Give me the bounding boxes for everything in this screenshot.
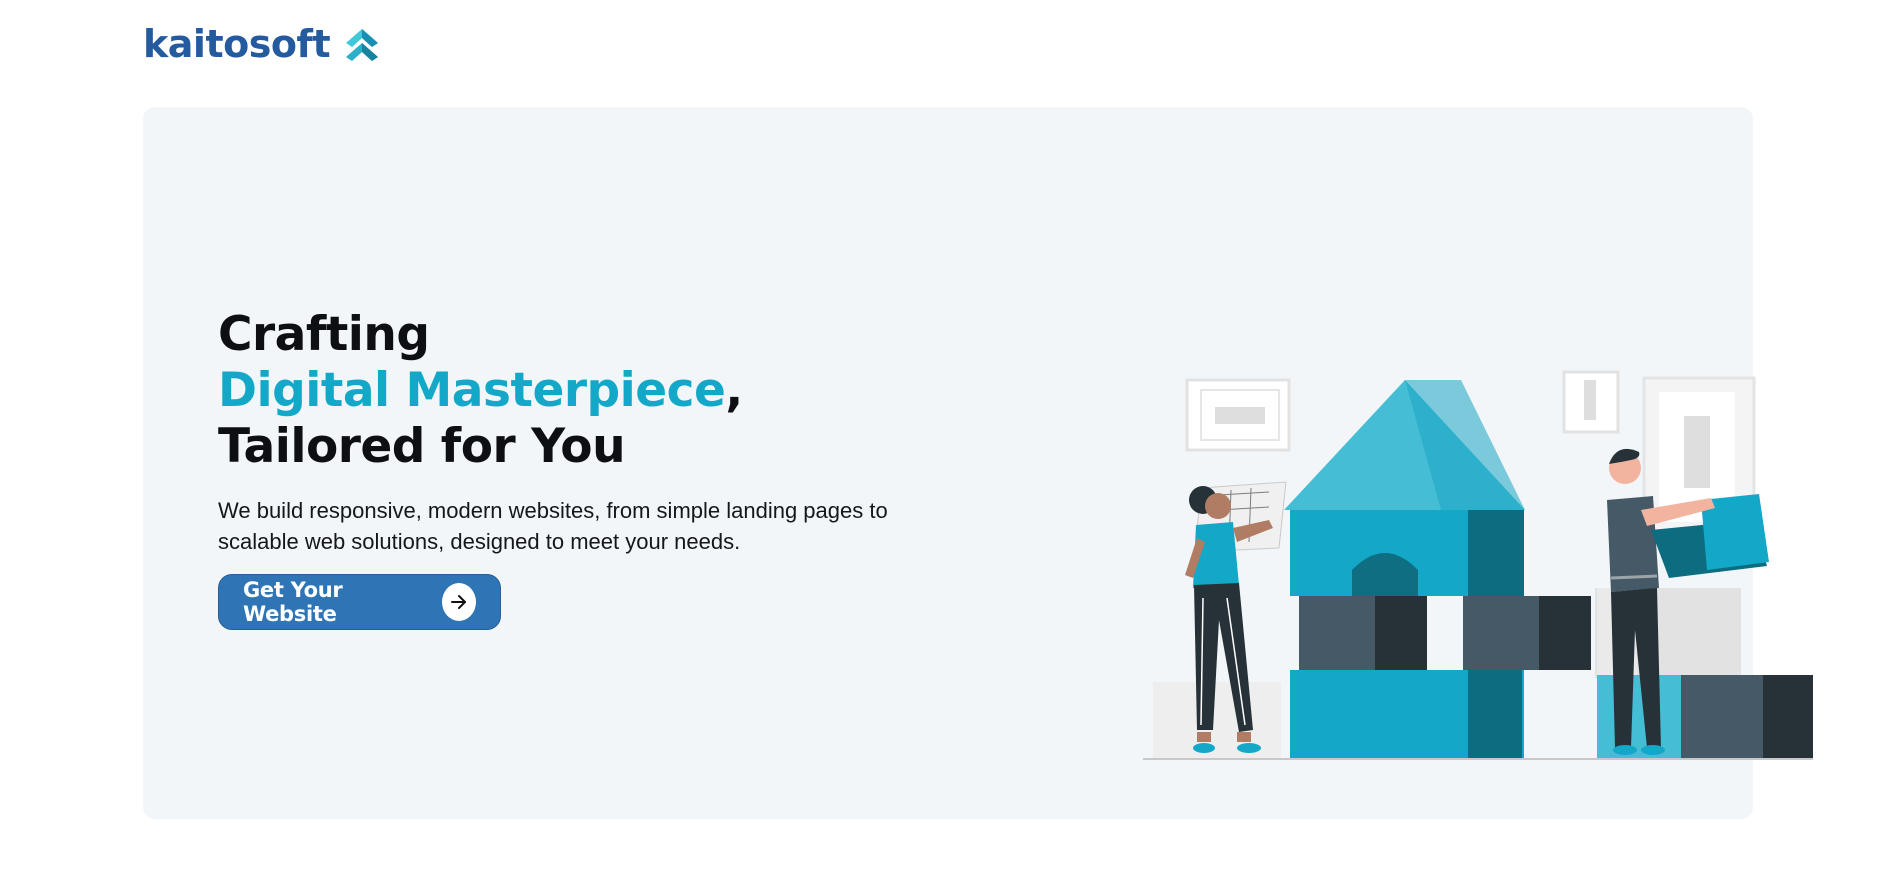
- building-blocks-house-illustration: [1141, 370, 1813, 760]
- hero-title-line1: Crafting: [218, 307, 430, 362]
- hero-title-line3: Tailored for You: [218, 419, 626, 474]
- hero-title: Crafting Digital Masterpiece, Tailored f…: [218, 307, 938, 475]
- hero-title-accent: Digital Masterpiece: [218, 363, 726, 418]
- get-your-website-button[interactable]: Get Your Website: [218, 574, 501, 630]
- hero-section: Crafting Digital Masterpiece, Tailored f…: [143, 107, 1813, 819]
- site-header: kaitosoft: [143, 22, 380, 66]
- cta-label: Get Your Website: [243, 578, 343, 626]
- hero-text-block: Crafting Digital Masterpiece, Tailored f…: [218, 307, 938, 630]
- arrow-right-icon: [442, 583, 476, 621]
- hero-subtitle: We build responsive, modern websites, fr…: [218, 498, 888, 554]
- brand-logo-text[interactable]: kaitosoft: [143, 22, 331, 66]
- hero-title-comma: ,: [725, 363, 743, 418]
- double-chevron-up-icon[interactable]: [344, 25, 380, 63]
